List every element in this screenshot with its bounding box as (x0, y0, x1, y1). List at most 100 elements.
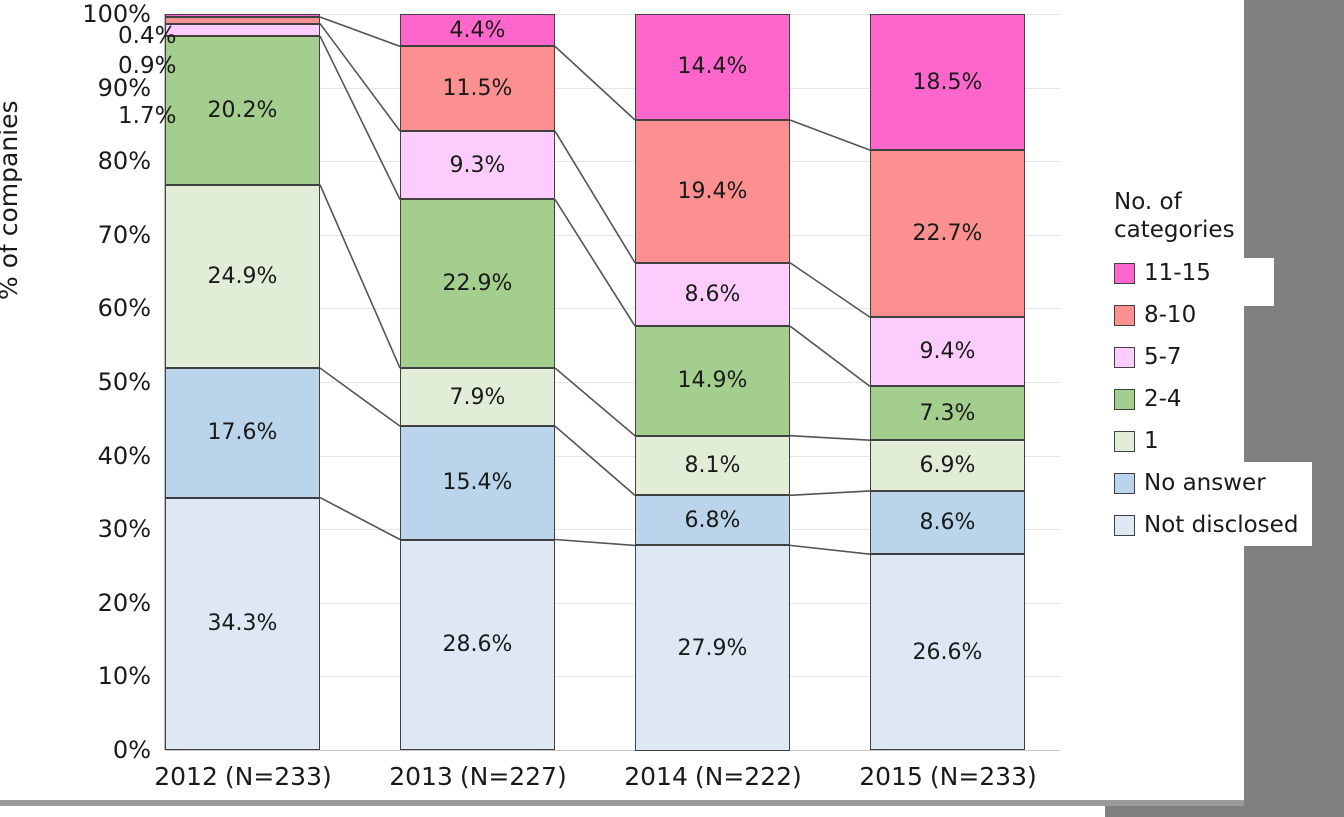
y-tick-label-0: 0% (112, 736, 151, 764)
bar-2014[interactable]: 14.4% 19.4% 8.6% 14.9% 8.1% 6.8% 27.9% (635, 14, 790, 751)
x-axis-sample-size: (N=233) (224, 762, 332, 791)
legend-item-11-15[interactable]: 11-15 (1114, 252, 1324, 294)
bar-segment-2012-5-7[interactable]: 1.7% (165, 23, 320, 37)
bar-segment-2013-No-answer[interactable]: 15.4% (400, 426, 555, 540)
bar-segment-2012-No-answer[interactable]: 17.6% (165, 368, 320, 498)
y-tick-label-20: 20% (97, 588, 151, 617)
legend-swatch-icon (1114, 472, 1135, 494)
bar-segment-2013-1[interactable]: 7.9% (400, 368, 555, 427)
legend-item-1[interactable]: 1 (1114, 420, 1324, 462)
legend-title: No. of categories (1114, 188, 1324, 244)
bar-segment-2013-8-10[interactable]: 11.5% (400, 46, 555, 131)
bar-segment-2014-5-7[interactable]: 8.6% (635, 262, 790, 327)
segment-value-label: 8.6% (919, 510, 976, 536)
segment-value-label: 7.9% (449, 384, 506, 410)
bar-segment-2014-1[interactable]: 8.1% (635, 435, 790, 496)
bottom-strip (0, 800, 1244, 806)
segment-value-label: 9.3% (449, 152, 506, 178)
bar-segment-2014-2-4[interactable]: 14.9% (635, 326, 790, 436)
x-axis-sample-size: (N=233) (929, 762, 1037, 791)
legend-item-label: 5-7 (1144, 344, 1182, 371)
segment-value-label: 19.4% (677, 178, 748, 204)
bar-segment-2015-11-15[interactable]: 18.5% (870, 14, 1025, 151)
segment-value-label: 15.4% (442, 470, 513, 496)
legend-swatch-icon (1114, 346, 1135, 368)
segment-value-label: 34.3% (207, 611, 278, 637)
segment-value-label: 14.9% (677, 368, 748, 394)
segment-value-label: 26.6% (912, 639, 983, 665)
segment-value-label: 6.8% (684, 507, 741, 533)
chart-legend: No. of categories 11-15 8-10 5-7 2-4 1 No ans… (1114, 188, 1324, 546)
legend-item-label: 8-10 (1144, 302, 1197, 329)
bar-segment-2014-11-15[interactable]: 14.4% (635, 14, 790, 120)
bar-segment-2014-Not-disclosed[interactable]: 27.9% (635, 545, 790, 751)
x-axis-year: 2012 (154, 762, 218, 791)
segment-value-label: 11.5% (442, 76, 513, 102)
y-tick-label-50: 50% (97, 368, 151, 396)
bar-segment-2013-2-4[interactable]: 22.9% (400, 199, 555, 368)
bar-2015[interactable]: 18.5% 22.7% 9.4% 7.3% 6.9% 8.6% 26.6% (870, 14, 1025, 750)
legend-item-2-4[interactable]: 2-4 (1114, 378, 1324, 420)
legend-swatch-icon (1114, 262, 1135, 284)
segment-value-label: 18.5% (912, 69, 983, 95)
legend-item-Not-disclosed[interactable]: Not disclosed (1114, 504, 1324, 546)
external-value-label-0.9: 0.9% (118, 53, 177, 79)
bar-segment-2015-Not-disclosed[interactable]: 26.6% (870, 554, 1025, 750)
bar-segment-2012-Not-disclosed[interactable]: 34.3% (165, 497, 320, 750)
segment-value-label: 28.6% (442, 632, 513, 658)
external-value-label-1.7: 1.7% (118, 103, 177, 129)
segment-value-label: 6.9% (919, 453, 976, 479)
segment-value-label: 27.9% (677, 635, 748, 661)
bar-segment-2015-2-4[interactable]: 7.3% (870, 386, 1025, 441)
legend-items: 11-15 8-10 5-7 2-4 1 No answer Not disclosed (1114, 252, 1324, 546)
segment-value-label: 4.4% (449, 17, 506, 43)
bar-segment-2012-1[interactable]: 24.9% (165, 184, 320, 368)
x-axis-label-2015: 2015 (N=233) (831, 762, 1066, 791)
legend-swatch-icon (1114, 430, 1135, 452)
legend-swatch-icon (1114, 388, 1135, 410)
segment-value-label: 14.4% (677, 54, 748, 80)
legend-swatch-icon (1114, 304, 1135, 326)
segment-value-label: 9.4% (919, 339, 976, 365)
x-axis-label-2012: 2012 (N=233) (126, 762, 361, 791)
segment-value-label: 8.6% (684, 281, 741, 307)
y-tick-label-80: 80% (97, 147, 151, 176)
bar-segment-2014-No-answer[interactable]: 6.8% (635, 495, 790, 546)
segment-value-label: 7.3% (919, 400, 976, 426)
bar-2012[interactable]: 0.4%0.9%1.7%20.2%24.9%17.6%34.3% (165, 14, 320, 750)
x-axis-year: 2015 (859, 762, 923, 791)
y-tick-label-70: 70% (97, 220, 151, 249)
legend-item-label: 2-4 (1144, 386, 1182, 413)
bar-segment-2013-11-15[interactable]: 4.4% (400, 14, 555, 47)
chart-canvas: 100%90%80%70%60%50%40%30%20%10%0% % of c… (0, 0, 1344, 817)
legend-item-5-7[interactable]: 5-7 (1114, 336, 1324, 378)
segment-value-label: 20.2% (207, 97, 278, 123)
legend-item-label: No answer (1144, 470, 1266, 497)
legend-item-8-10[interactable]: 8-10 (1114, 294, 1324, 336)
bar-segment-2015-No-answer[interactable]: 8.6% (870, 490, 1025, 555)
bar-segment-2013-Not-disclosed[interactable]: 28.6% (400, 539, 555, 750)
legend-item-No-answer[interactable]: No answer (1114, 462, 1324, 504)
bar-2013[interactable]: 4.4% 11.5% 9.3% 22.9% 7.9% 15.4% 28.6% (400, 14, 555, 750)
legend-title-line1: No. of (1114, 189, 1182, 215)
bar-segment-2013-5-7[interactable]: 9.3% (400, 131, 555, 200)
x-axis-year: 2014 (624, 762, 688, 791)
plot-area: 0.4%0.9%1.7%20.2%24.9%17.6%34.3%4.4%11.5… (164, 14, 1060, 751)
x-axis-sample-size: (N=222) (694, 762, 802, 791)
bar-segment-2012-8-10[interactable]: 0.9% (165, 16, 320, 24)
legend-item-label: 11-15 (1144, 260, 1211, 287)
legend-title-line2: categories (1114, 217, 1235, 244)
segment-value-label: 22.7% (912, 221, 983, 247)
x-axis-year: 2013 (389, 762, 453, 791)
bar-segment-2015-8-10[interactable]: 22.7% (870, 150, 1025, 318)
bar-segment-2015-1[interactable]: 6.9% (870, 440, 1025, 491)
bar-segment-2012-2-4[interactable]: 20.2% (165, 36, 320, 185)
y-tick-label-10: 10% (97, 662, 151, 691)
legend-swatch-icon (1114, 514, 1135, 536)
bar-segment-2015-5-7[interactable]: 9.4% (870, 317, 1025, 387)
legend-item-label: Not disclosed (1144, 512, 1299, 539)
y-tick-label-40: 40% (97, 441, 151, 470)
legend-item-label: 1 (1144, 428, 1159, 455)
bar-segment-2014-8-10[interactable]: 19.4% (635, 119, 790, 263)
x-axis-sample-size: (N=227) (459, 762, 567, 791)
